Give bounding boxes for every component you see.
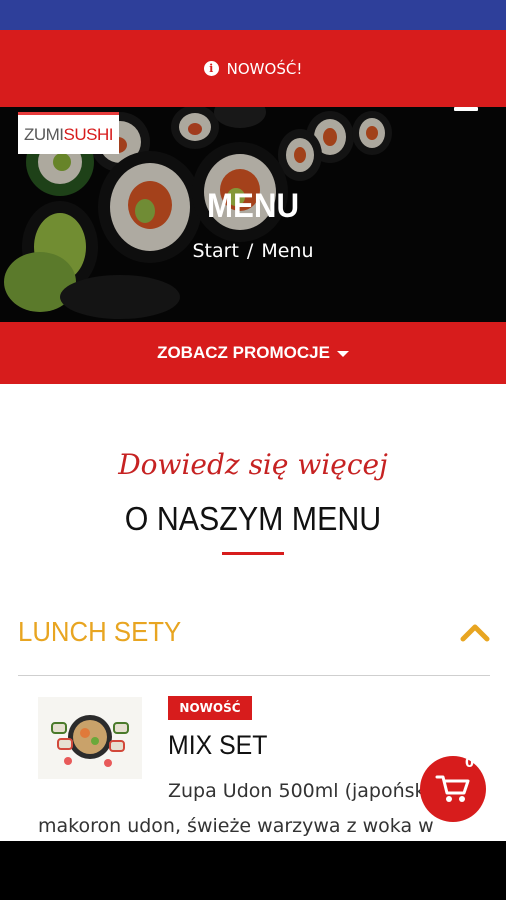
zumi-sushi-logo[interactable]: ZUMI SUSHI	[18, 112, 119, 154]
logo-text-sushi: SUSHI	[63, 124, 114, 144]
info-icon: i	[203, 61, 219, 76]
product-image[interactable]	[38, 697, 142, 779]
news-label: NOWOŚĆ!	[226, 59, 303, 78]
cart-button[interactable]	[420, 756, 486, 822]
promo-label: ZOBACZ PROMOCJE	[157, 343, 330, 362]
section-subtitle: Dowiedz się więcej	[118, 448, 388, 481]
section-title: O NASZYM MENU	[124, 500, 382, 537]
breadcrumb: Start / Menu	[0, 240, 506, 262]
category-divider	[18, 675, 490, 676]
breadcrumb-separator: /	[246, 240, 254, 262]
breadcrumb-current: Menu	[261, 240, 314, 262]
category-label: LUNCH SETY	[18, 616, 182, 647]
logo-text-zumi: ZUMI	[23, 124, 64, 144]
system-navigation-bar	[0, 841, 506, 900]
breadcrumb-start-link[interactable]: Start	[193, 240, 239, 262]
page-title: MENU	[206, 187, 300, 225]
status-bar	[0, 0, 506, 30]
title-divider	[222, 552, 284, 555]
hamburger-icon[interactable]	[454, 107, 478, 111]
product-description-line-2: makoron udon, świeże warzywa z woka w	[38, 815, 434, 837]
cart-icon	[435, 775, 470, 802]
category-header-lunch-sety[interactable]: LUNCH SETY	[18, 606, 490, 658]
new-badge: NOWOŚĆ	[168, 696, 252, 720]
chevron-up-icon[interactable]	[460, 622, 490, 642]
cart-count: 0	[465, 756, 475, 771]
show-promotions-button[interactable]: ZOBACZ PROMOCJE	[0, 322, 506, 384]
caret-down-icon	[336, 351, 349, 357]
hero-banner: ZUMI SUSHI MENU Start / Menu	[0, 107, 506, 322]
product-title[interactable]: MIX SET	[168, 730, 267, 761]
news-bar[interactable]: i NOWOŚĆ!	[0, 30, 506, 107]
